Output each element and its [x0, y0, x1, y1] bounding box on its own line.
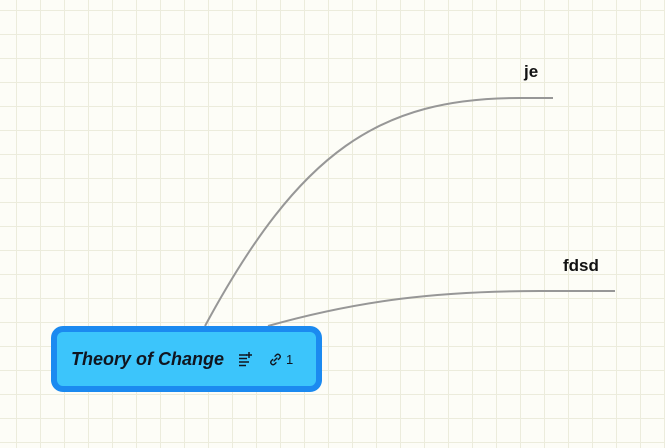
- link-indicator[interactable]: 1: [268, 352, 293, 367]
- link-count: 1: [286, 351, 294, 367]
- branch-topic-je[interactable]: je: [524, 62, 538, 82]
- root-topic-title[interactable]: Theory of Change: [71, 349, 224, 370]
- notes-add-icon[interactable]: [238, 351, 254, 367]
- mindmap-canvas[interactable]: je fdsd Theory of Change 1: [0, 0, 665, 443]
- branch-topic-fdsd[interactable]: fdsd: [563, 256, 599, 276]
- connector-to-fdsd: [267, 290, 615, 327]
- root-topic-node[interactable]: Theory of Change 1: [51, 326, 322, 392]
- link-icon: [268, 352, 283, 367]
